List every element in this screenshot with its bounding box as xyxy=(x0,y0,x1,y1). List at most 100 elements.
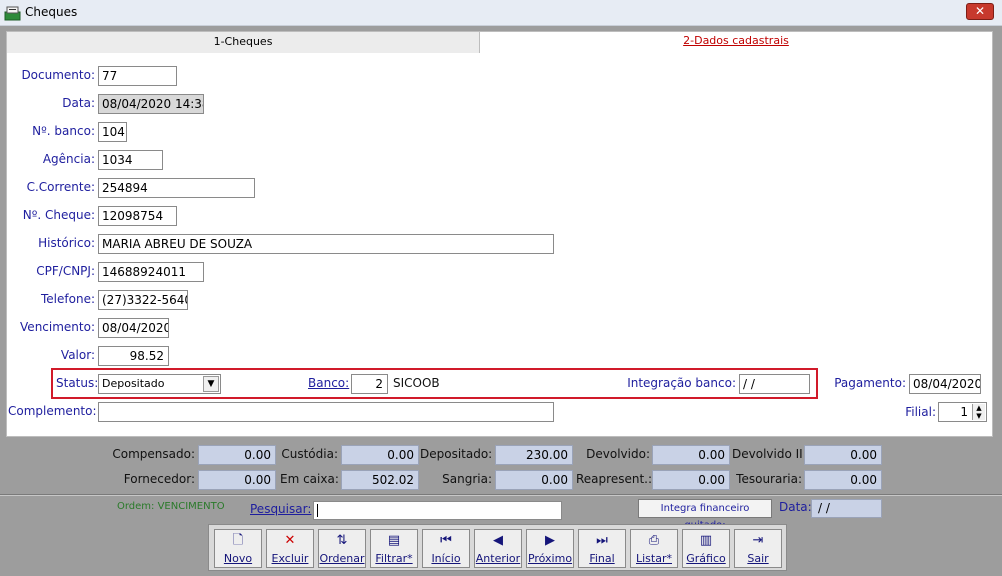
banco-code-field[interactable]: 2 xyxy=(351,374,388,394)
grafico-button[interactable]: ▥ Gráfico xyxy=(682,529,730,568)
conta-corrente-label: C.Corrente: xyxy=(26,180,95,194)
app-icon xyxy=(4,6,21,21)
filtrar-button[interactable]: ▤ Filtrar* xyxy=(370,529,418,568)
numero-cheque-label: Nº. Cheque: xyxy=(22,208,95,222)
sair-button[interactable]: ⇥ Sair xyxy=(734,529,782,568)
status-value: Depositado xyxy=(102,377,165,390)
integracao-banco-field[interactable]: / / xyxy=(739,374,810,394)
valor-label: Valor: xyxy=(60,348,95,362)
excluir-button[interactable]: ✕ Excluir xyxy=(266,529,314,568)
filtrar-label: Filtrar* xyxy=(375,552,413,565)
complemento-label: Complemento: xyxy=(8,404,97,418)
numero-banco-label: Nº. banco: xyxy=(32,124,95,138)
anterior-label: Anterior xyxy=(475,552,521,565)
filial-label: Filial: xyxy=(905,405,936,419)
final-button[interactable]: ⏭ Final xyxy=(578,529,626,568)
sort-icon: ⇅ xyxy=(336,533,348,548)
footer-data-label: Data: xyxy=(779,500,812,514)
complemento-field[interactable] xyxy=(98,402,554,422)
integra-financeiro-button[interactable]: Integra financeiro quitado: xyxy=(638,499,772,531)
cpf-cnpj-label: CPF/CNPJ: xyxy=(36,264,95,278)
fornecedor-label: Fornecedor: xyxy=(123,472,195,486)
sangria-field: 0.00 xyxy=(495,470,573,490)
numero-banco-field[interactable]: 104 xyxy=(98,122,127,142)
footer-data-field[interactable]: / / xyxy=(811,499,882,518)
inicio-button[interactable]: ⏮ Início xyxy=(422,529,470,568)
documento-label: Documento: xyxy=(21,68,95,82)
search-label: Pesquisar: xyxy=(250,502,312,516)
novo-button[interactable]: 🗋 Novo xyxy=(214,529,262,568)
agencia-field[interactable]: 1034 xyxy=(98,150,163,170)
tesouraria-field: 0.00 xyxy=(804,470,882,490)
tab-dados-cadastrais[interactable]: 2-Dados cadastrais xyxy=(480,31,993,53)
search-input[interactable] xyxy=(313,501,562,520)
order-indicator: Ordem: VENCIMENTO xyxy=(117,501,225,512)
window-title: Cheques xyxy=(25,5,78,19)
historico-label: Histórico: xyxy=(38,236,95,250)
chart-icon: ▥ xyxy=(699,533,713,548)
agencia-label: Agência: xyxy=(42,152,95,166)
ordenar-button[interactable]: ⇅ Ordenar xyxy=(318,529,366,568)
devolvido-field: 0.00 xyxy=(652,445,730,465)
numero-cheque-field[interactable]: 12098754 xyxy=(98,206,177,226)
status-select[interactable]: Depositado ▼ xyxy=(98,374,221,394)
close-button[interactable]: ✕ xyxy=(966,3,994,20)
banco-name: SICOOB xyxy=(393,376,440,390)
final-label: Final xyxy=(589,552,615,565)
anterior-button[interactable]: ◀ Anterior xyxy=(474,529,522,568)
integracao-banco-label: Integração banco: xyxy=(627,376,736,390)
depositado-field: 230.00 xyxy=(495,445,573,465)
compensado-label: Compensado: xyxy=(112,447,195,461)
fornecedor-field: 0.00 xyxy=(198,470,276,490)
vencimento-field[interactable]: 08/04/2020 xyxy=(98,318,169,338)
devolvido-ii-label: Devolvido II: xyxy=(732,447,807,461)
em-caixa-label: Em caixa: xyxy=(280,472,339,486)
valor-field[interactable]: 98.52 xyxy=(98,346,169,366)
printer-icon: ⎙ xyxy=(648,533,660,548)
reapresent-label: Reapresent.: xyxy=(576,472,653,486)
cpf-cnpj-field[interactable]: 14688924011 xyxy=(98,262,204,282)
pagamento-field[interactable]: 08/04/2020 xyxy=(909,374,981,394)
bottom-toolbar: 🗋 Novo ✕ Excluir ⇅ Ordenar ▤ Filtrar* ⏮ … xyxy=(208,524,787,571)
devolvido-label: Devolvido: xyxy=(586,447,650,461)
listar-label: Listar* xyxy=(636,552,672,565)
tab-cheques[interactable]: 1-Cheques xyxy=(6,31,480,53)
listar-button[interactable]: ⎙ Listar* xyxy=(630,529,678,568)
telefone-field[interactable]: (27)3322-5640 xyxy=(98,290,188,310)
novo-label: Novo xyxy=(223,552,253,565)
proximo-button[interactable]: ▶ Próximo xyxy=(526,529,574,568)
depositado-label: Depositado: xyxy=(420,447,493,461)
conta-corrente-field[interactable]: 254894 xyxy=(98,178,255,198)
previous-icon: ◀ xyxy=(493,533,503,548)
compensado-field: 0.00 xyxy=(198,445,276,465)
telefone-label: Telefone: xyxy=(41,292,95,306)
historico-field[interactable]: MARIA ABREU DE SOUZA xyxy=(98,234,554,254)
tesouraria-label: Tesouraria: xyxy=(736,472,802,486)
banco-label: Banco: xyxy=(308,376,350,390)
document-icon: 🗋 xyxy=(232,533,244,548)
filial-spinner[interactable]: 1 ▲ ▼ xyxy=(938,402,987,422)
inicio-label: Início xyxy=(431,552,461,565)
last-icon: ⏭ xyxy=(596,533,608,548)
excluir-label: Excluir xyxy=(271,552,309,565)
vencimento-label: Vencimento: xyxy=(20,320,95,334)
first-icon: ⏮ xyxy=(440,533,452,548)
custodia-label: Custódia: xyxy=(281,447,338,461)
documento-field[interactable]: 77 xyxy=(98,66,177,86)
status-label: Status: xyxy=(56,376,99,390)
reapresent-field: 0.00 xyxy=(652,470,730,490)
next-icon: ▶ xyxy=(545,533,555,548)
ordenar-label: Ordenar xyxy=(319,552,365,565)
divider xyxy=(0,494,1002,496)
text-caret xyxy=(317,504,318,517)
data-label: Data: xyxy=(62,96,95,110)
exit-icon: ⇥ xyxy=(752,533,764,548)
grafico-label: Gráfico xyxy=(686,552,726,565)
sangria-label: Sangria: xyxy=(442,472,492,486)
pagamento-label: Pagamento: xyxy=(834,376,906,390)
chevron-down-icon[interactable]: ▼ xyxy=(203,376,219,392)
delete-x-icon: ✕ xyxy=(284,533,296,548)
data-field[interactable]: 08/04/2020 14:38 xyxy=(98,94,204,114)
spinner-arrows-icon[interactable]: ▲ ▼ xyxy=(972,404,985,420)
custodia-field: 0.00 xyxy=(341,445,419,465)
